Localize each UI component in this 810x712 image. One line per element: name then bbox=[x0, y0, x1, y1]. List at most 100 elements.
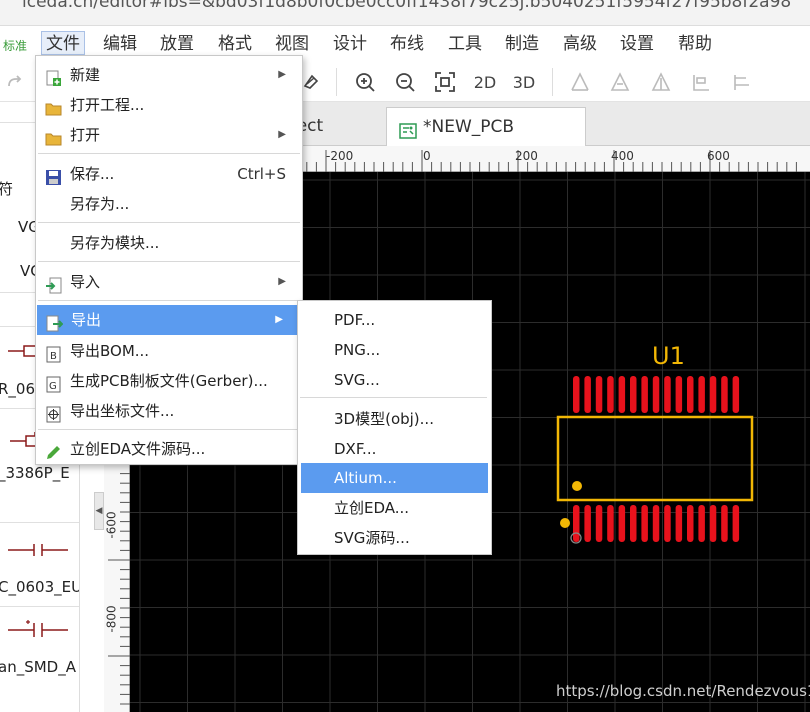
menu-item-label: 保存... bbox=[70, 165, 115, 183]
menu-item-label: 新建 bbox=[70, 66, 101, 84]
menu-advanced[interactable]: 高级 bbox=[559, 32, 601, 56]
align-right-icon[interactable] bbox=[648, 69, 674, 95]
pad bbox=[573, 376, 580, 413]
export-3d-obj[interactable]: 3D模型(obj)... bbox=[301, 404, 488, 434]
menu-item-gerber[interactable]: G 生成PCB制板文件(Gerber)... bbox=[36, 366, 302, 396]
view-2d-button[interactable]: 2D bbox=[471, 69, 499, 95]
toolbar-separator bbox=[336, 68, 337, 96]
menu-item-open-project[interactable]: 打开工程... bbox=[36, 90, 302, 120]
ruler-label: -800 bbox=[104, 605, 119, 633]
pad bbox=[721, 505, 728, 542]
component-designator[interactable]: U1 bbox=[652, 342, 685, 370]
menu-item-source[interactable]: 立创EDA文件源码... bbox=[36, 434, 302, 464]
pad bbox=[607, 376, 614, 413]
pad bbox=[584, 505, 591, 542]
menu-item-export-bom[interactable]: B 导出BOM... bbox=[36, 336, 302, 366]
watermark: https://blog.csdn.net/Rendezvous1 bbox=[556, 682, 810, 700]
zoom-out-icon[interactable] bbox=[392, 69, 418, 95]
panel-collapse-handle[interactable]: ◀ bbox=[94, 492, 104, 530]
menu-separator bbox=[38, 222, 300, 223]
export-svg-source[interactable]: SVG源码... bbox=[301, 523, 488, 553]
export-dxf[interactable]: DXF... bbox=[301, 434, 488, 464]
menu-edit[interactable]: 编辑 bbox=[99, 32, 141, 56]
component-u1[interactable] bbox=[556, 376, 754, 544]
export-png[interactable]: PNG... bbox=[301, 335, 488, 365]
list-item[interactable]: an_SMD_A bbox=[0, 658, 78, 676]
folder-icon bbox=[45, 127, 62, 146]
menu-separator bbox=[300, 397, 487, 398]
polarized-capacitor-symbol-icon bbox=[8, 620, 68, 642]
menu-item-open[interactable]: 打开 ▶ bbox=[36, 120, 302, 150]
ruler-label: 600 bbox=[707, 149, 730, 163]
menu-item-label: 另存为... bbox=[70, 195, 130, 213]
tab-new-pcb[interactable]: *NEW_PCB bbox=[386, 107, 586, 146]
menu-settings[interactable]: 设置 bbox=[616, 32, 658, 56]
list-item[interactable]: _3386P_E bbox=[0, 464, 78, 482]
menu-separator bbox=[38, 300, 300, 301]
ruler-label: 400 bbox=[611, 149, 634, 163]
export-icon bbox=[46, 312, 64, 332]
align-middle-icon[interactable] bbox=[729, 69, 755, 95]
pad bbox=[641, 505, 648, 542]
menu-item-export-coordinates[interactable]: 导出坐标文件... bbox=[36, 396, 302, 426]
export-pdf[interactable]: PDF... bbox=[301, 305, 488, 335]
menu-item-label: 生成PCB制板文件(Gerber)... bbox=[70, 372, 268, 390]
submenu-arrow-icon: ▶ bbox=[278, 276, 286, 287]
pad bbox=[595, 505, 603, 542]
align-center-icon[interactable] bbox=[607, 69, 633, 95]
url-text: lceda.cn/editor#lbs=&bd03f1d8b0f0cbe0cc0… bbox=[22, 0, 792, 12]
export-altium[interactable]: Altium... bbox=[301, 463, 488, 493]
pad-row-top bbox=[573, 376, 740, 413]
pad bbox=[630, 505, 637, 542]
menu-route[interactable]: 布线 bbox=[386, 32, 428, 56]
menu-separator bbox=[38, 261, 300, 262]
menu-item-label: 另存为模块... bbox=[70, 234, 160, 252]
pad bbox=[664, 505, 671, 542]
menu-fabrication[interactable]: 制造 bbox=[501, 32, 543, 56]
redo-icon[interactable] bbox=[2, 69, 28, 95]
menu-separator bbox=[38, 429, 300, 430]
address-bar[interactable]: lceda.cn/editor#lbs=&bd03f1d8b0f0cbe0cc0… bbox=[0, 0, 810, 26]
menu-help[interactable]: 帮助 bbox=[674, 32, 716, 56]
submenu-arrow-icon: ▶ bbox=[278, 129, 286, 140]
menu-design[interactable]: 设计 bbox=[329, 32, 371, 56]
menu-format[interactable]: 格式 bbox=[214, 32, 256, 56]
menu-place[interactable]: 放置 bbox=[156, 32, 198, 56]
menu-tools[interactable]: 工具 bbox=[444, 32, 486, 56]
pencil-icon bbox=[45, 441, 62, 459]
menu-item-save-as[interactable]: 另存为... bbox=[36, 189, 302, 219]
export-svg[interactable]: SVG... bbox=[301, 365, 488, 395]
pad bbox=[675, 505, 683, 542]
menu-item-import[interactable]: 导入 ▶ bbox=[36, 267, 302, 297]
pad bbox=[607, 505, 614, 542]
pad bbox=[709, 376, 717, 413]
list-item[interactable]: C_0603_EU bbox=[0, 578, 79, 596]
ruler-label: 200 bbox=[515, 149, 538, 163]
align-top-icon[interactable] bbox=[688, 69, 714, 95]
pad bbox=[584, 376, 591, 413]
menu-item-export[interactable]: 导出 ▶ bbox=[37, 305, 299, 335]
zoom-in-icon[interactable] bbox=[352, 69, 378, 95]
divider bbox=[0, 606, 79, 607]
menu-item-label: 导出坐标文件... bbox=[70, 402, 175, 420]
pad bbox=[687, 376, 694, 413]
menu-item-new[interactable]: 新建 ▶ bbox=[36, 60, 302, 90]
pad bbox=[641, 376, 648, 413]
export-lceda[interactable]: 立创EDA... bbox=[301, 493, 488, 523]
menu-item-save[interactable]: 保存... Ctrl+S bbox=[36, 159, 302, 189]
submenu-arrow-icon: ▶ bbox=[275, 314, 283, 325]
pad bbox=[732, 376, 740, 413]
coordinate-icon bbox=[45, 403, 62, 423]
view-3d-button[interactable]: 3D bbox=[510, 69, 538, 95]
fit-view-icon[interactable] bbox=[432, 69, 458, 95]
menu-item-label: 导出BOM... bbox=[70, 342, 150, 360]
menu-item-save-as-module[interactable]: 另存为模块... bbox=[36, 228, 302, 258]
menu-view[interactable]: 视图 bbox=[271, 32, 313, 56]
pad bbox=[732, 505, 740, 542]
ruler-label: -200 bbox=[326, 149, 354, 163]
align-left-icon[interactable] bbox=[567, 69, 593, 95]
component-outline bbox=[556, 415, 754, 502]
pcb-document-icon bbox=[399, 116, 417, 139]
menu-item-label: 打开工程... bbox=[70, 96, 145, 114]
menu-file[interactable]: 文件 bbox=[41, 31, 85, 55]
